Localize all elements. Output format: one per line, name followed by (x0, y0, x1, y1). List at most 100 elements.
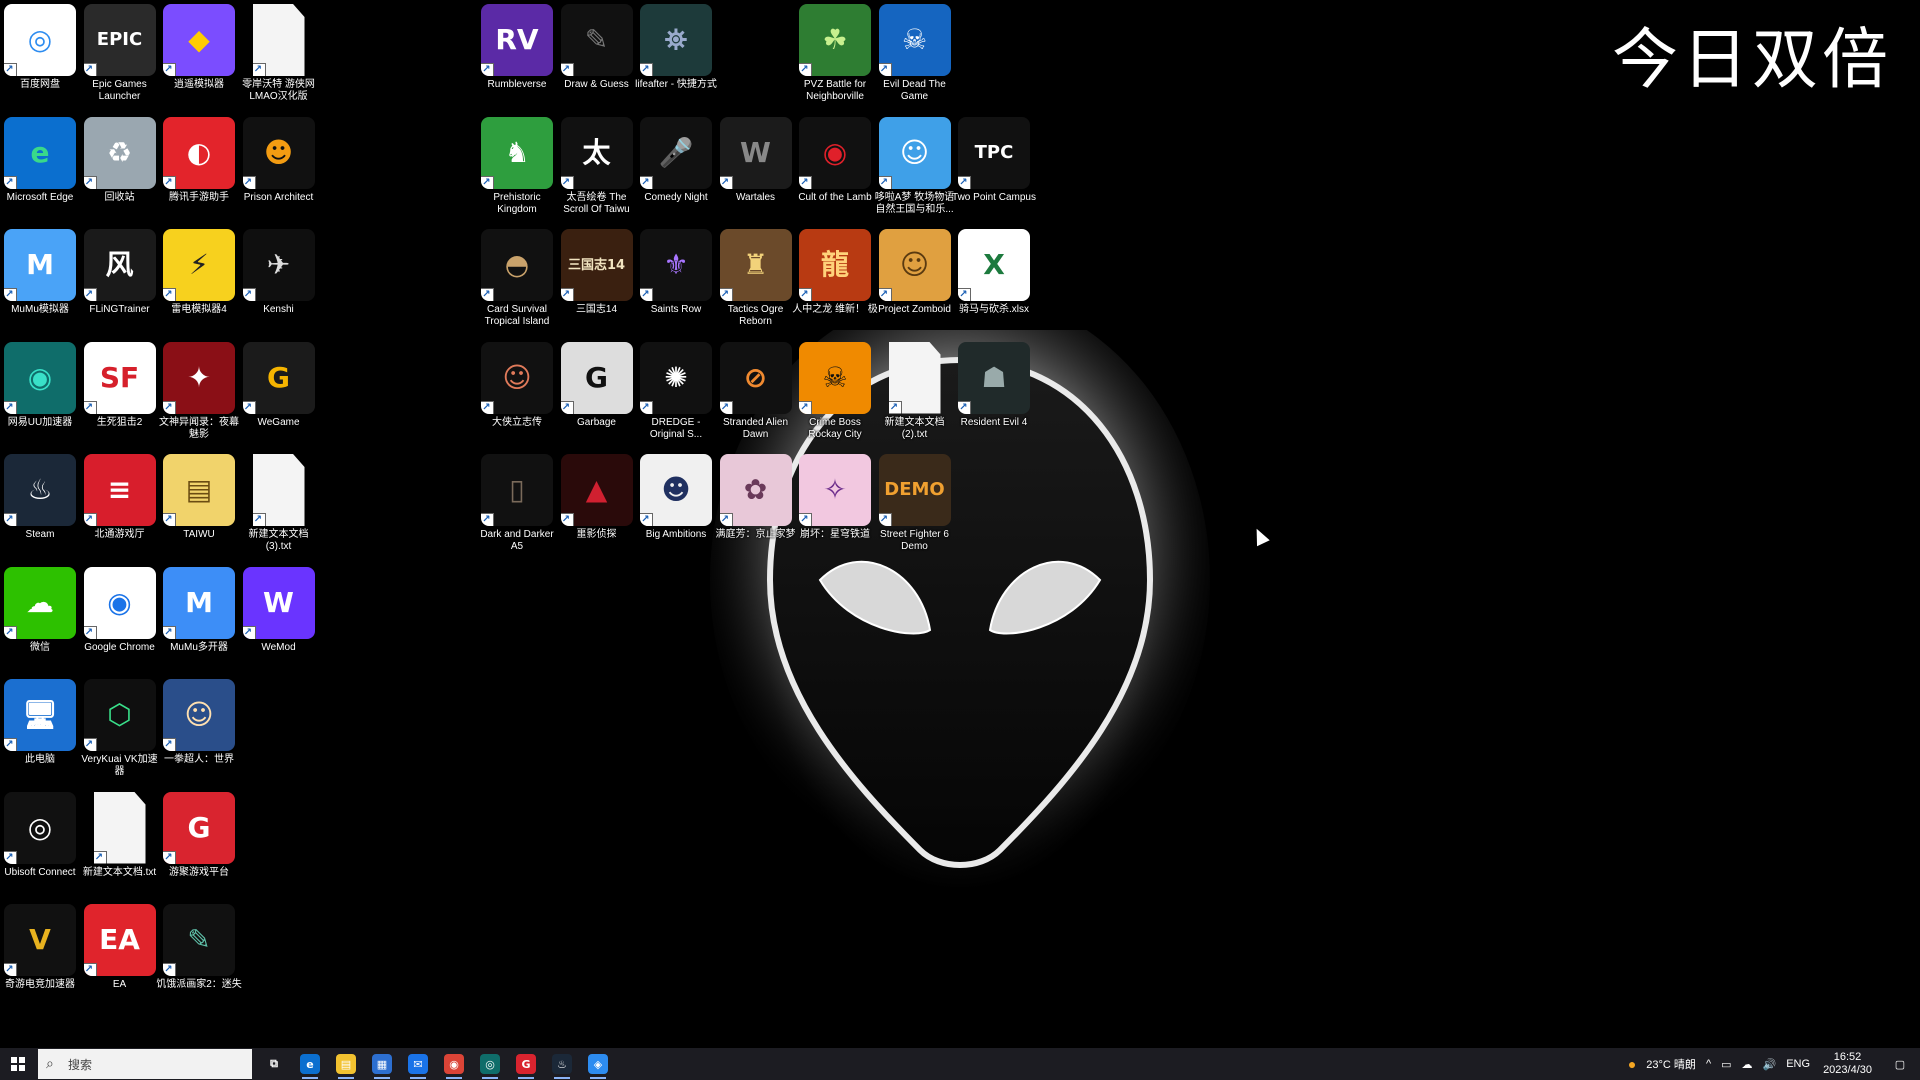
desktop-icon[interactable]: ☻ ↗ Prison Architect (239, 113, 319, 225)
desktop-icon[interactable]: ⬡ ↗ VeryKuai VK加速器 (80, 675, 160, 787)
app-icon: RV ↗ (481, 4, 553, 76)
desktop-icon[interactable]: ◉ ↗ Google Chrome (80, 563, 160, 675)
desktop-icon[interactable]: ☺ ↗ 一拳超人：世界 (159, 675, 239, 787)
volume-icon[interactable]: 🔊 (1763, 1058, 1777, 1071)
desktop-icon[interactable]: M ↗ MuMu模拟器 (0, 225, 80, 337)
desktop-icon[interactable]: W ↗ Wartales (716, 113, 796, 225)
desktop-icon[interactable]: G ↗ 游聚游戏平台 (159, 788, 239, 900)
desktop-icon[interactable]: EPIC ↗ Epic Games Launcher (80, 0, 160, 112)
desktop-icon[interactable]: e ↗ Microsoft Edge (0, 113, 80, 225)
desktop-icon[interactable]: ◎ ↗ 百度网盘 (0, 0, 80, 112)
desktop-icon[interactable]: ☠ ↗ Evil Dead The Game (875, 0, 955, 112)
app-glyph-icon: ▯ (509, 473, 525, 506)
desktop-icon-label: 新建文本文档 (3).txt (248, 529, 309, 552)
taskbar-app-chrome[interactable]: ◉ (436, 1048, 472, 1080)
desktop-icon[interactable]: ◆ ↗ 逍遥模拟器 (159, 0, 239, 112)
desktop-icon[interactable]: ✎ ↗ 饥饿派画家2：迷失 (156, 900, 242, 1012)
taskbar-app-mail[interactable]: ✉ (400, 1048, 436, 1080)
desktop-icon[interactable]: ☺ ↗ 哆啦A梦 牧场物语 自然王国与和乐... (875, 113, 955, 225)
desktop-icon[interactable]: ☺ ↗ Project Zomboid (875, 225, 955, 337)
desktop-icon[interactable]: ✎ ↗ Draw & Guess (557, 0, 637, 112)
shortcut-arrow-icon: ↗ (799, 288, 812, 301)
taskbar-app-youju[interactable]: G (508, 1048, 544, 1080)
app-glyph-icon: ✿ (743, 473, 768, 506)
taskbar-app-store[interactable]: ▦ (364, 1048, 400, 1080)
desktop-icon[interactable]: X ↗ 骑马与砍杀.xlsx (954, 225, 1034, 337)
desktop-icon[interactable]: 🖥 ↗ 此电脑 (0, 675, 80, 787)
desktop-icon-label: 零岸沃特 游侠网 LMAO汉化版 (242, 79, 315, 102)
desktop-icon[interactable]: ♻ ↗ 回收站 (80, 113, 160, 225)
desktop-icon[interactable]: ⚡ ↗ 雷电模拟器4 (159, 225, 239, 337)
taskbar-search-box[interactable]: ⌕ 搜索 (38, 1049, 252, 1079)
desktop-icon[interactable]: TPC ↗ Two Point Campus (952, 113, 1036, 225)
desktop-icon[interactable]: 太 ↗ 太吾绘卷 The Scroll Of Taiwu (557, 113, 637, 225)
desktop-icon[interactable]: ▯ ↗ Dark and Darker A5 (477, 450, 557, 562)
app-glyph-icon: ◎ (27, 23, 53, 56)
desktop-icon[interactable]: ◐ ↗ 腾讯手游助手 (159, 113, 239, 225)
desktop-icon[interactable]: ♞ ↗ Prehistoric Kingdom (477, 113, 557, 225)
show-hidden-icons-chevron-icon[interactable]: ^ (1706, 1058, 1711, 1070)
desktop-icon[interactable]: ☺ ↗ 大侠立志传 (477, 338, 557, 450)
taskbar-app-steam[interactable]: ♨ (544, 1048, 580, 1080)
desktop-icon[interactable]: ✿ ↗ 满庭芳：京止家梦 (716, 450, 796, 562)
desktop-icon[interactable]: ☻ ↗ Big Ambitions (636, 450, 716, 562)
taskbar-app-qq-speed[interactable]: ◈ (580, 1048, 616, 1080)
desktop-icon[interactable]: ☠ ↗ Crime Boss Rockay City (795, 338, 875, 450)
desktop-icon-label: EA (112, 979, 127, 990)
shortcut-arrow-icon: ↗ (4, 175, 17, 189)
desktop-icon[interactable]: ✧ ↗ 崩坏：星穹铁道 (795, 450, 875, 562)
desktop-icon[interactable]: ↗ 新建文本文档 (3).txt (239, 450, 319, 562)
desktop-icon[interactable]: ◎ ↗ Ubisoft Connect (0, 788, 80, 900)
language-indicator[interactable]: ENG (1786, 1058, 1810, 1070)
desktop-icon[interactable]: ≡ ↗ 北通游戏厅 (80, 450, 160, 562)
desktop-icon[interactable]: ⊘ ↗ Stranded Alien Dawn (716, 338, 796, 450)
onedrive-icon[interactable]: ☁ (1742, 1058, 1753, 1071)
desktop-icon-label: 满庭芳：京止家梦 (715, 529, 796, 540)
desktop-icon[interactable]: ◉ ↗ 网易UU加速器 (0, 338, 80, 450)
desktop-icon[interactable]: ♨ ↗ Steam (0, 450, 80, 562)
taskbar-app-edge[interactable]: e (292, 1048, 328, 1080)
taskbar-app-uu-booster[interactable]: ◎ (472, 1048, 508, 1080)
desktop-icon[interactable]: EA ↗ EA (80, 900, 160, 1012)
search-placeholder: 搜索 (68, 1057, 93, 1072)
desktop-icon[interactable]: G ↗ Garbage (557, 338, 637, 450)
desktop-icon[interactable]: ✺ ↗ DREDGE - Original S... (636, 338, 716, 450)
desktop-icon[interactable]: ♜ ↗ Tactics Ogre Reborn (716, 225, 796, 337)
desktop-icon[interactable]: ☁ ↗ 微信 (0, 563, 80, 675)
desktop-icon[interactable]: 龍 ↗ 人中之龙 维新！ 极 (792, 225, 878, 337)
desktop-icon[interactable]: ▲ ↗ 噩影侦探 (557, 450, 637, 562)
desktop-icon[interactable]: ⚜ ↗ Saints Row (636, 225, 716, 337)
desktop-icon[interactable]: ↗ 零岸沃特 游侠网 LMAO汉化版 (239, 0, 319, 112)
desktop-icon[interactable]: G ↗ WeGame (239, 338, 319, 450)
network-icon[interactable]: ▭ (1721, 1058, 1731, 1071)
desktop-icon[interactable]: W ↗ WeMod (239, 563, 319, 675)
desktop-icon[interactable]: 🎤 ↗ Comedy Night (636, 113, 716, 225)
desktop-icon[interactable]: ▤ ↗ TAIWU (159, 450, 239, 562)
taskbar-app-file-explorer[interactable]: ▤ (328, 1048, 364, 1080)
desktop-icon[interactable]: SF ↗ 生死狙击2 (80, 338, 160, 450)
app-icon: ⊘ ↗ (719, 341, 792, 414)
taskbar-app-task-view[interactable]: ⧉ (256, 1048, 292, 1080)
desktop-icon[interactable]: ↗ 新建文本文档 (2).txt (875, 338, 955, 450)
start-button[interactable] (0, 1048, 36, 1080)
desktop-icon[interactable]: 三国志14 ↗ 三国志14 (557, 225, 637, 337)
notification-center-icon[interactable]: ▢ (1880, 1048, 1920, 1080)
desktop-icon[interactable]: ◉ ↗ Cult of the Lamb (795, 113, 875, 225)
desktop-icon[interactable]: ✦ ↗ 文神异闻录：夜幕魅影 (159, 338, 239, 450)
desktop-icon[interactable]: ✈ ↗ Kenshi (239, 225, 319, 337)
desktop-icon-label: 崩坏：星穹铁道 (800, 529, 870, 540)
desktop-icon[interactable]: ⛯ ↗ lifeafter - 快捷方式 (635, 0, 717, 112)
desktop-icon[interactable]: M ↗ MuMu多开器 (159, 563, 239, 675)
desktop-icon[interactable]: DEMO ↗ Street Fighter 6 Demo (875, 450, 955, 562)
desktop-icon[interactable]: ↗ 新建文本文档.txt (80, 788, 160, 900)
desktop-icon[interactable]: 风 ↗ FLiNGTrainer (80, 225, 160, 337)
desktop-icon[interactable]: V ↗ 奇游电竞加速器 (0, 900, 80, 1012)
clock[interactable]: 16:52 2023/4/30 (1823, 1051, 1872, 1077)
desktop-icon[interactable]: RV ↗ Rumbleverse (477, 0, 557, 112)
desktop-icon[interactable]: ☗ ↗ Resident Evil 4 (954, 338, 1034, 450)
desktop-icon[interactable]: ◓ ↗ Card Survival Tropical Island (477, 225, 557, 337)
weather-icon[interactable]: ● (1628, 1056, 1636, 1072)
weather-text[interactable]: 23°C 晴朗 (1646, 1056, 1696, 1072)
desktop-icon[interactable]: ☘ ↗ PVZ Battle for Neighborville (795, 0, 875, 112)
shortcut-arrow-icon: ↗ (163, 175, 176, 189)
